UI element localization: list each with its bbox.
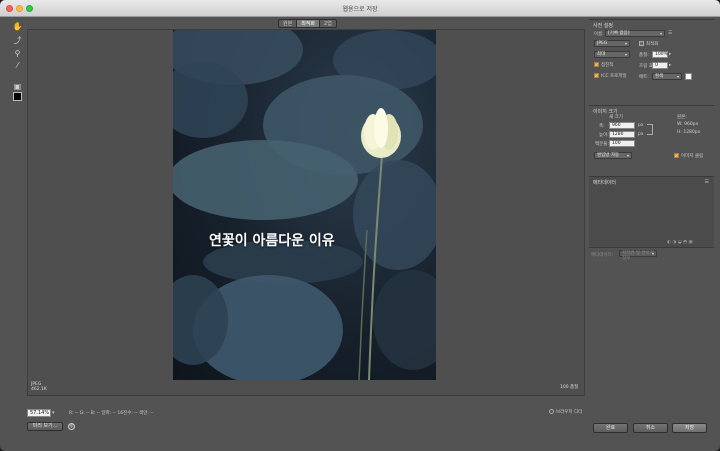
save-for-web-dialog: 웹용으로 저장 ✋ ⤴ ⚲ ⁄ ▣ 원본 최적화 2업 연꽃이 아름다운 이유 … xyxy=(0,0,720,451)
right-settings-panel: 사전 설정 이름: [기록 없음] ☰ JPEG 최적화 최대 품질: 100%… xyxy=(589,19,714,398)
eyedropper-tool-icon[interactable]: ⁄ xyxy=(11,60,24,71)
image-size-section: 이미지 크기 새 크기 폭: 960 px 높이: 1280 px 백분율: 1… xyxy=(589,105,714,176)
file-size: 462.1K xyxy=(31,387,47,392)
browser-globe-icon[interactable]: ◍ xyxy=(68,423,75,430)
blur-stepper-icon[interactable]: ▸ xyxy=(669,63,671,68)
metadata-dropdown-label: 메타데이터: xyxy=(591,253,614,258)
height-input[interactable]: 1280 xyxy=(609,131,635,138)
quality-stepper-icon[interactable]: ▸ xyxy=(669,52,671,57)
matte-dropdown[interactable]: 흰색 xyxy=(652,73,682,80)
clip-to-image-label: 이미지 클립 xyxy=(681,154,704,159)
new-size-label: 새 크기 xyxy=(609,115,623,120)
quality-readout: 100 품질 xyxy=(560,385,579,390)
width-label: 폭: xyxy=(599,124,605,129)
quality-label: 품질: xyxy=(639,53,649,58)
height-label: 높이: xyxy=(599,133,609,138)
preset-label: 이름: xyxy=(594,32,604,37)
preset-dropdown[interactable]: [기록 없음] xyxy=(605,30,665,37)
optimize-label: 최적화 xyxy=(646,42,659,47)
blur-input[interactable]: 0 xyxy=(652,62,668,69)
window-title: 웹용으로 저장 xyxy=(342,6,378,13)
tab-2-up[interactable]: 2업 xyxy=(320,20,336,27)
eyedropper-color-swatch[interactable] xyxy=(13,92,22,101)
width-unit: px xyxy=(638,123,644,128)
clip-to-image-checkbox[interactable]: ✓ xyxy=(674,153,679,158)
optimize-checkbox[interactable] xyxy=(639,41,644,46)
photo-overlay-text: 연꽃이 아름다운 이유 xyxy=(209,233,335,249)
toggle-slices-icon[interactable]: ▣ xyxy=(11,81,24,92)
browser-dither-radio[interactable] xyxy=(549,409,554,414)
percent-input[interactable]: 100 xyxy=(609,140,635,147)
browser-dither-label: 브라우저 디더 xyxy=(556,410,583,415)
preview-image: 연꽃이 아름다운 이유 xyxy=(173,30,436,380)
tab-original[interactable]: 원본 xyxy=(279,20,298,27)
zoom-tool-icon[interactable]: ⚲ xyxy=(11,48,24,59)
metadata-section: 메타데이터 ☰ ◐ ◑ ◒ ◓ ▣ xyxy=(589,176,714,248)
save-button[interactable]: 저장 xyxy=(672,423,707,433)
metadata-title: 메타데이터 xyxy=(593,180,617,186)
hand-tool-icon[interactable]: ✋ xyxy=(11,21,24,32)
zoom-level-field[interactable]: 57.14% xyxy=(27,409,51,417)
bottom-bar: 57.14% ▾ R: -- G: -- B: -- 알파: -- 16진수: … xyxy=(27,406,585,446)
progressive-checkbox[interactable]: ✓ xyxy=(594,62,599,67)
resample-quality-dropdown[interactable]: 쌍입방 자동 xyxy=(594,152,632,159)
file-info: JPEG 462.1K xyxy=(31,382,47,392)
file-format-dropdown[interactable]: JPEG xyxy=(594,40,630,47)
cancel-button[interactable]: 취소 xyxy=(633,423,668,433)
height-unit: px xyxy=(638,132,644,137)
preview-button[interactable]: 미리 보기... xyxy=(27,422,63,431)
matte-color-swatch[interactable] xyxy=(685,73,692,80)
matte-label: 매트: xyxy=(639,75,649,80)
preset-menu-icon[interactable]: ☰ xyxy=(668,31,672,36)
done-button[interactable]: 완료 xyxy=(593,423,628,433)
view-tabs: 원본 최적화 2업 xyxy=(278,19,337,28)
original-width: W: 960px xyxy=(677,122,699,127)
tab-optimized[interactable]: 최적화 xyxy=(297,20,321,27)
lotus-photo-art xyxy=(173,30,436,380)
icc-profile-label: ICC 프로파일 xyxy=(601,74,627,79)
icc-profile-checkbox[interactable]: ✓ xyxy=(594,73,599,78)
percent-label: 백분율: xyxy=(595,142,609,147)
constrain-proportions-link-icon[interactable] xyxy=(647,124,653,135)
title-bar: 웹용으로 저장 xyxy=(0,0,720,17)
original-size-label: 원본: xyxy=(677,115,687,120)
browser-dither-option[interactable]: 브라우저 디더 xyxy=(549,409,582,415)
metadata-dropdown[interactable]: 저작권 및 연락처 정보 xyxy=(619,250,657,261)
progressive-label: 점진적 xyxy=(601,63,614,68)
zoom-dropdown-icon[interactable]: ▾ xyxy=(52,409,58,417)
color-readout: R: -- G: -- B: -- 알파: -- 16진수: -- 색인: -- xyxy=(69,411,154,416)
preset-section: 사전 설정 이름: [기록 없음] ☰ JPEG 최적화 최대 품질: 100%… xyxy=(589,19,714,105)
quality-level-dropdown[interactable]: 최대 xyxy=(594,51,630,58)
metadata-menu-icon[interactable]: ☰ xyxy=(705,179,709,185)
preset-title: 사전 설정 xyxy=(593,23,613,29)
tool-palette: ✋ ⤴ ⚲ ⁄ ▣ xyxy=(10,20,26,400)
original-height: H: 1280px xyxy=(677,130,701,135)
quality-input[interactable]: 100% xyxy=(652,51,668,58)
width-input[interactable]: 960 xyxy=(609,122,635,129)
slice-select-tool-icon[interactable]: ⤴ xyxy=(11,35,24,46)
metadata-tool-icons[interactable]: ◐ ◑ ◒ ◓ ▣ xyxy=(667,240,693,245)
